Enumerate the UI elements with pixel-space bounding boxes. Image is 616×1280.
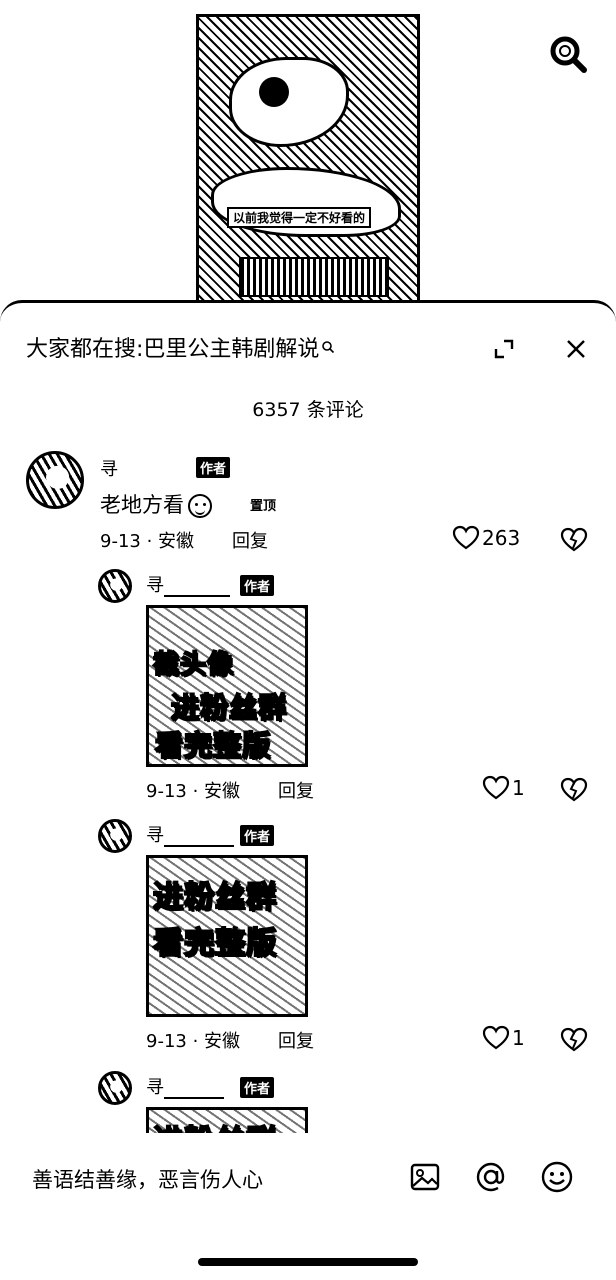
emoji-button[interactable] <box>540 1160 574 1194</box>
home-indicator[interactable] <box>198 1258 418 1266</box>
close-icon <box>567 340 585 358</box>
expand-icon <box>494 339 514 359</box>
author-badge: 作者 <box>196 457 231 478</box>
comment-sheet: 大家都在搜: 巴里公主韩剧解说 6357 条评论 寻 作者 老地方看 置顶 9-… <box>0 300 616 1280</box>
smile-emoji-icon <box>188 494 212 518</box>
broken-heart-icon <box>560 777 588 802</box>
comment-count: 6357 条评论 <box>252 399 364 421</box>
avatar[interactable] <box>98 569 132 603</box>
sheet-header: 大家都在搜: 巴里公主韩剧解说 6357 条评论 <box>0 303 616 421</box>
dislike-button[interactable] <box>560 1027 588 1057</box>
like-button[interactable]: 263 <box>452 525 520 551</box>
username-text: 寻 <box>146 575 164 596</box>
comment-username[interactable]: 寻 <box>146 571 230 597</box>
close-button[interactable] <box>562 335 590 363</box>
reply-button[interactable]: 回复 <box>278 777 314 803</box>
comment-username[interactable]: 寻 <box>146 1073 224 1099</box>
search-icon <box>550 36 587 73</box>
reply-button[interactable]: 回复 <box>232 527 268 553</box>
comment-username[interactable]: 寻 <box>146 821 234 847</box>
image-button[interactable] <box>408 1160 442 1194</box>
suggestion-prefix: 大家都在搜: <box>26 337 144 362</box>
username-text: 寻 <box>146 825 164 846</box>
author-badge: 作者 <box>240 1077 275 1098</box>
author-badge: 作者 <box>240 825 275 846</box>
like-count: 1 <box>512 1026 525 1050</box>
like-button[interactable]: 1 <box>482 1025 525 1051</box>
image-text-line: 看完整版 <box>152 925 277 962</box>
heart-icon <box>482 1025 510 1050</box>
like-button[interactable]: 1 <box>482 775 525 801</box>
comment-username[interactable]: 寻 <box>100 455 118 481</box>
comment-image[interactable]: 进粉丝群 <box>146 1107 308 1133</box>
video-figure-detail <box>259 77 289 107</box>
image-text-line: 进粉丝群 <box>152 879 277 916</box>
author-badge: 作者 <box>240 575 275 596</box>
video-subtitle-band <box>239 257 389 297</box>
suggestion-query: 巴里公主韩剧解说 <box>143 337 320 362</box>
image-text-line: 进粉丝群 <box>152 1116 277 1133</box>
avatar[interactable] <box>98 1071 132 1105</box>
comment-list[interactable]: 寻 作者 老地方看 置顶 9-13 · 安徽 回复 263 寻 作者 截头像 进… <box>0 443 616 1133</box>
username-text: 寻 <box>146 1077 164 1098</box>
video-thumbnail[interactable]: 以前我觉得一定不好看的 <box>196 14 420 310</box>
image-text-line: 看完整版 <box>154 728 272 763</box>
comment-meta: 9-13 · 安徽 <box>146 781 241 802</box>
emoji-icon <box>541 1161 573 1193</box>
comment-image[interactable]: 进粉丝群 看完整版 <box>146 855 308 1017</box>
comment-input-bar: 善语结善缘，恶言伤人心 <box>0 1146 616 1208</box>
dislike-button[interactable] <box>560 777 588 807</box>
like-count: 263 <box>482 526 521 550</box>
like-count: 1 <box>512 776 525 800</box>
image-icon <box>410 1163 440 1191</box>
dislike-button[interactable] <box>560 527 588 557</box>
avatar[interactable] <box>26 451 84 509</box>
pinned-label: 置顶 <box>250 499 277 514</box>
username-redaction <box>164 579 230 597</box>
reply-button[interactable]: 回复 <box>278 1027 314 1053</box>
broken-heart-icon <box>560 527 588 552</box>
avatar[interactable] <box>98 819 132 853</box>
username-redaction <box>164 1081 224 1099</box>
search-suggestion[interactable]: 大家都在搜: 巴里公主韩剧解说 <box>26 331 335 363</box>
comment-meta: 9-13 · 安徽 <box>100 531 195 552</box>
image-text-line: 进粉丝群 <box>170 690 288 725</box>
comment-input[interactable]: 善语结善缘，恶言伤人心 <box>32 1164 263 1194</box>
video-area[interactable]: 以前我觉得一定不好看的 <box>0 0 616 310</box>
search-button[interactable] <box>546 32 590 76</box>
comment-text-content: 老地方看 <box>100 493 184 517</box>
heart-icon <box>452 525 480 550</box>
video-caption: 以前我觉得一定不好看的 <box>227 207 372 228</box>
comment-meta: 9-13 · 安徽 <box>146 1031 241 1052</box>
video-figure <box>229 57 349 147</box>
expand-button[interactable] <box>490 335 518 363</box>
heart-icon <box>482 775 510 800</box>
username-redaction <box>164 829 234 847</box>
broken-heart-icon <box>560 1027 588 1052</box>
username-text: 寻 <box>100 459 118 480</box>
image-text-line: 截头像 <box>152 649 235 681</box>
mention-button[interactable] <box>474 1160 508 1194</box>
comment-text: 老地方看 <box>100 489 212 519</box>
at-icon <box>476 1162 505 1192</box>
comment-image[interactable]: 截头像 进粉丝群 看完整版 <box>146 605 308 767</box>
search-icon <box>322 341 335 354</box>
